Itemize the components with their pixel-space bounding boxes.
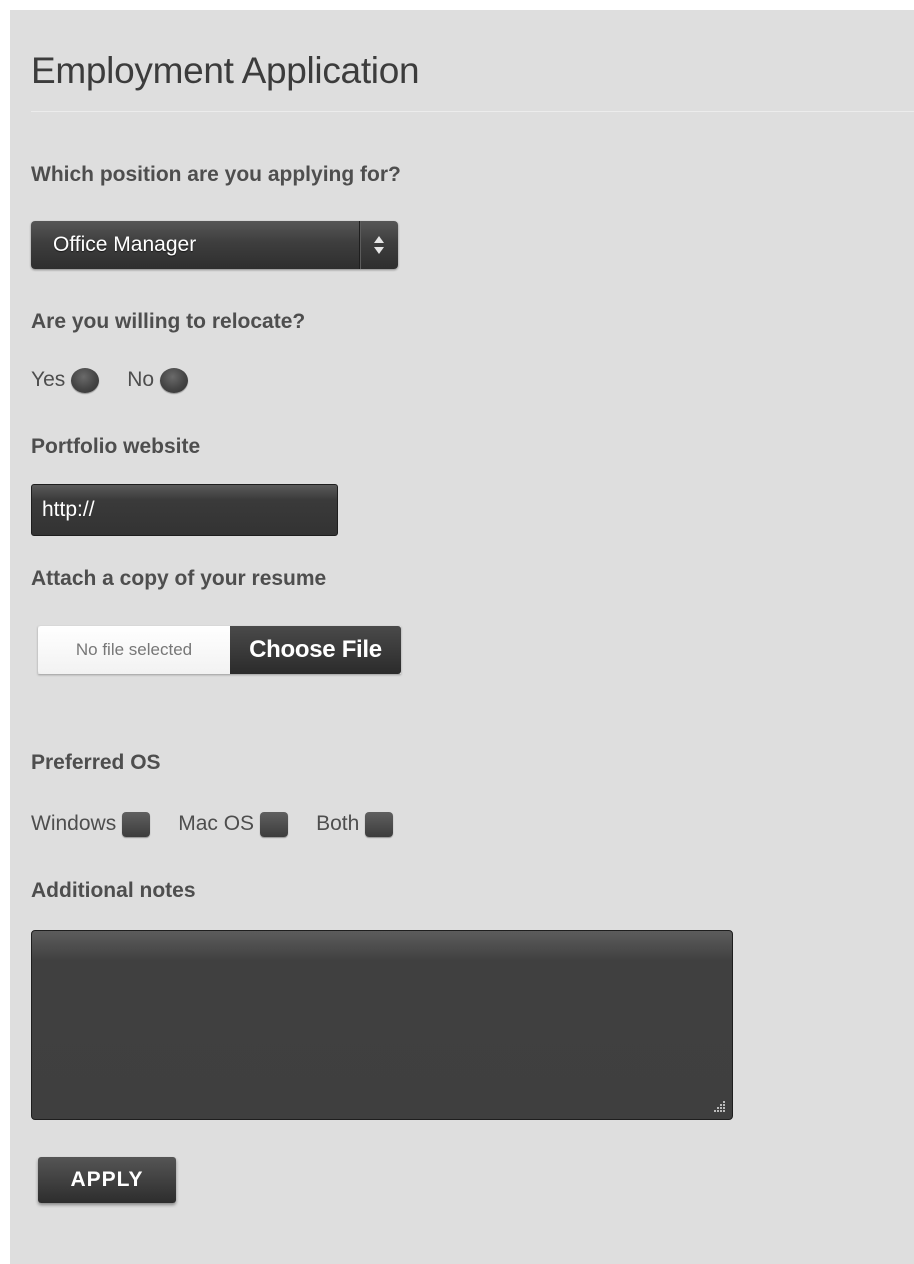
position-select[interactable]: Office Manager — [31, 221, 398, 269]
portfolio-label: Portfolio website — [31, 435, 201, 458]
relocate-yes-radio[interactable] — [71, 367, 100, 393]
apply-button[interactable]: APPLY — [38, 1157, 176, 1203]
os-both-checkbox[interactable] — [365, 811, 394, 837]
notes-textarea[interactable] — [31, 930, 733, 1120]
choose-file-button[interactable]: Choose File — [230, 626, 401, 674]
os-option-label: Both — [316, 812, 360, 835]
os-option-windows[interactable]: Windows — [31, 811, 151, 837]
form-title: Employment Application — [31, 50, 420, 91]
relocate-option-label: No — [127, 368, 155, 391]
relocate-options: Yes No — [31, 365, 216, 395]
relocate-label: Are you willing to relocate? — [31, 310, 306, 333]
relocate-option-no[interactable]: No — [127, 367, 189, 393]
os-windows-checkbox[interactable] — [122, 811, 151, 837]
relocate-no-radio[interactable] — [160, 367, 189, 393]
title-divider — [31, 111, 914, 112]
preferred-os-label: Preferred OS — [31, 751, 161, 774]
resume-file-picker[interactable]: No file selected Choose File — [38, 626, 401, 674]
notes-label: Additional notes — [31, 879, 196, 902]
position-select-value: Office Manager — [53, 233, 197, 256]
resume-label: Attach a copy of your resume — [31, 567, 327, 590]
resize-grip-icon[interactable] — [712, 1099, 726, 1113]
relocate-option-label: Yes — [31, 368, 66, 391]
relocate-option-yes[interactable]: Yes — [31, 367, 100, 393]
os-mac-checkbox[interactable] — [260, 811, 289, 837]
file-status-text: No file selected — [38, 626, 230, 674]
os-options: Windows Mac OS Both — [31, 809, 421, 839]
position-label: Which position are you applying for? — [31, 163, 401, 186]
os-option-both[interactable]: Both — [316, 811, 394, 837]
select-arrows-icon — [359, 221, 398, 269]
portfolio-url-input[interactable] — [31, 484, 338, 536]
os-option-mac[interactable]: Mac OS — [178, 811, 289, 837]
os-option-label: Windows — [31, 812, 117, 835]
os-option-label: Mac OS — [178, 812, 255, 835]
application-form: Employment Application Which position ar… — [10, 10, 914, 1264]
